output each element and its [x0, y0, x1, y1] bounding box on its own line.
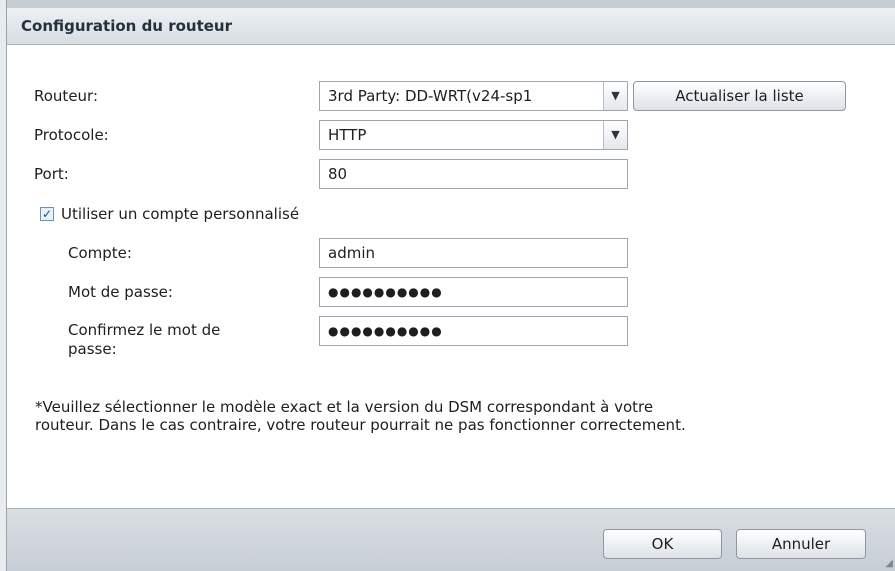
warning-note-line2: routeur. Dans le cas contraire, votre ro… [35, 416, 686, 434]
ok-button[interactable]: OK [603, 529, 722, 559]
router-select[interactable]: 3rd Party: DD-WRT(v24-sp1 ▼ [319, 81, 628, 111]
protocol-label: Protocole: [34, 126, 109, 144]
router-select-value: 3rd Party: DD-WRT(v24-sp1 [328, 87, 533, 105]
port-input[interactable]: 80 [319, 159, 628, 189]
confirm-password-label-line1: Confirmez le mot de [68, 321, 221, 339]
refresh-list-button[interactable]: Actualiser la liste [633, 81, 846, 111]
router-label: Routeur: [34, 87, 99, 105]
dialog-title: Configuration du routeur [21, 17, 233, 35]
resize-grip-icon[interactable]: ◢ [885, 558, 893, 569]
router-config-dialog: Configuration du routeur Routeur: 3rd Pa… [6, 0, 895, 571]
password-input[interactable]: ●●●●●●●●●● [319, 277, 628, 307]
custom-account-checkbox[interactable]: ✓ [40, 207, 54, 221]
protocol-select-value: HTTP [328, 126, 367, 144]
chevron-down-icon[interactable]: ▼ [603, 82, 627, 110]
protocol-select[interactable]: HTTP ▼ [319, 120, 628, 150]
port-label: Port: [34, 165, 69, 183]
dialog-footer: OK Annuler ◢ [7, 508, 895, 571]
confirm-password-input[interactable]: ●●●●●●●●●● [319, 316, 628, 346]
confirm-password-label-line2: passe: [68, 340, 117, 358]
account-input[interactable]: admin [319, 238, 628, 268]
cancel-button[interactable]: Annuler [736, 529, 866, 559]
chevron-down-icon[interactable]: ▼ [603, 121, 627, 149]
account-label: Compte: [68, 244, 132, 262]
warning-note-line1: *Veuillez sélectionner le modèle exact e… [35, 398, 654, 416]
password-label: Mot de passe: [68, 283, 173, 301]
dialog-titlebar[interactable]: Configuration du routeur [7, 0, 895, 45]
custom-account-label[interactable]: Utiliser un compte personnalisé [61, 205, 299, 223]
warning-note: *Veuillez sélectionner le modèle exact e… [35, 398, 885, 434]
